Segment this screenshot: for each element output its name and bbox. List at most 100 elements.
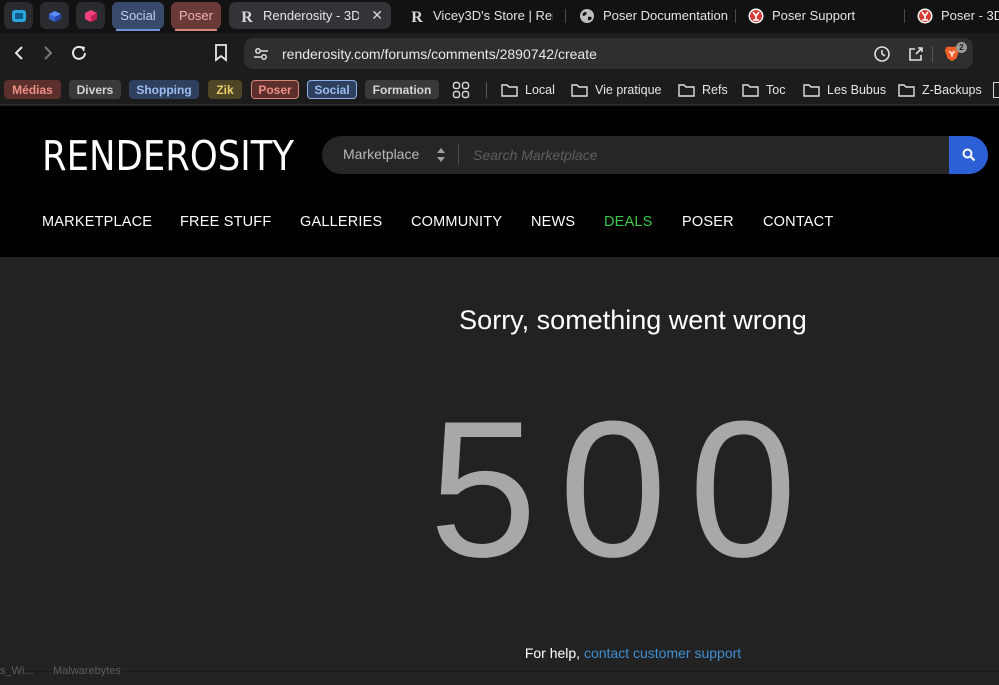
folder-icon <box>678 84 695 97</box>
bookmark-folder-les-bubus[interactable]: Les Bubus <box>803 81 886 99</box>
poser-icon <box>917 8 933 24</box>
share-icon[interactable] <box>907 45 925 63</box>
url-divider <box>932 46 933 62</box>
nav-poser[interactable]: POSER <box>682 214 734 230</box>
nav-community[interactable]: COMMUNITY <box>411 214 502 230</box>
tab-title: Renderosity - 3D Models <box>263 8 359 23</box>
tab-separator <box>735 9 736 23</box>
tab-group-poser[interactable]: Poser <box>171 2 221 31</box>
tab-group-social[interactable]: Social <box>112 2 164 31</box>
site-settings-icon[interactable] <box>252 45 270 63</box>
tab-poser-documentation[interactable]: Poser Documentation <box>569 2 735 29</box>
app-2-icon <box>48 10 61 22</box>
browser-window: Social Poser R Renderosity - 3D Models ✕… <box>0 0 999 685</box>
back-button[interactable] <box>7 41 31 65</box>
bookmark-folder-formation[interactable]: Formation <box>365 80 439 99</box>
pinned-tab-app-1[interactable] <box>4 2 33 29</box>
bookmark-label: Local <box>525 83 555 97</box>
app-3-icon <box>84 9 97 22</box>
search-category-select[interactable]: Marketplace <box>343 146 419 162</box>
url-bar[interactable]: renderosity.com/forums/comments/2890742/… <box>244 38 973 69</box>
bookmark-folder-toc[interactable]: Toc <box>742 81 785 99</box>
bookmark-label: Toc <box>766 83 786 97</box>
bookmark-label: Refs <box>702 83 728 97</box>
taskbar-item[interactable]: s_Wi... <box>0 665 34 677</box>
bookmark-folder-local[interactable]: Local <box>501 81 555 99</box>
reload-icon <box>72 45 86 60</box>
marketplace-search: Marketplace <box>322 136 988 174</box>
tab-title: Poser Documentation <box>603 8 729 23</box>
error-page: Sorry, something went wrong 500 s_Wi... … <box>0 257 999 685</box>
bookmarks-bar: Médias Divers Shopping Zik Poser Social … <box>0 74 999 105</box>
folder-icon <box>501 84 518 97</box>
tab-poser-3d[interactable]: Poser - 3D <box>907 2 999 29</box>
tab-title: Poser Support <box>772 8 856 23</box>
nav-galleries[interactable]: GALLERIES <box>300 214 382 230</box>
tab-renderosity[interactable]: R Renderosity - 3D Models ✕ <box>229 2 391 29</box>
renderosity-icon: R <box>239 7 255 24</box>
navigation-bar: renderosity.com/forums/comments/2890742/… <box>0 33 999 74</box>
contact-support-link[interactable]: contact customer support <box>584 645 741 661</box>
help-prefix: For help, <box>524 645 581 661</box>
shields-badge: 2 <box>956 42 967 53</box>
bookmark-label: Z-Backups <box>922 83 982 97</box>
nav-free-stuff[interactable]: FREE STUFF <box>180 214 271 230</box>
chevron-left-icon <box>14 46 23 60</box>
bookmark-separator <box>486 82 487 98</box>
reload-button[interactable] <box>67 41 91 65</box>
overflow-folder-icon[interactable] <box>993 82 999 98</box>
tab-title: Poser - 3D <box>941 8 999 23</box>
folder-icon <box>898 84 915 97</box>
bookmark-folder-zik[interactable]: Zik <box>208 80 242 99</box>
error-title: Sorry, something went wrong <box>459 305 807 335</box>
search-icon <box>962 148 975 162</box>
bookmark-folder-shopping[interactable]: Shopping <box>129 80 199 99</box>
forward-button[interactable] <box>36 41 60 65</box>
bookmark-folder-vie-pratique[interactable]: Vie pratique <box>571 81 662 99</box>
tab-separator <box>904 9 905 23</box>
bookmark-folder-divers[interactable]: Divers <box>69 80 121 99</box>
tab-separator <box>565 9 566 23</box>
folder-icon <box>571 84 588 97</box>
bookmark-label: Les Bubus <box>827 83 887 97</box>
help-line: For help, contact customer support <box>0 645 999 661</box>
search-button[interactable] <box>949 136 988 174</box>
bookmark-label: Vie pratique <box>595 83 662 97</box>
svg-text:RENDEROSITY: RENDEROSITY <box>42 137 294 173</box>
taskbar-ghost: s_Wi... Malwarebytes <box>0 662 999 685</box>
select-arrows-icon[interactable] <box>436 147 446 163</box>
bookmark-folder-social[interactable]: Social <box>307 80 357 99</box>
bookmark-folder-medias[interactable]: Médias <box>4 80 61 99</box>
url-text[interactable]: renderosity.com/forums/comments/2890742/… <box>282 46 597 62</box>
apps-grid-icon[interactable] <box>452 81 470 99</box>
bookmark-folder-z-backups[interactable]: Z-Backups <box>898 81 982 99</box>
folder-icon <box>803 84 820 97</box>
bookmark-folder-poser[interactable]: Poser <box>251 80 299 99</box>
tab-vicey3d-store[interactable]: R Vicey3D's Store | Renderosity <box>399 2 559 29</box>
close-tab-icon[interactable]: ✕ <box>371 8 383 22</box>
tab-strip: Social Poser R Renderosity - 3D Models ✕… <box>0 0 999 33</box>
tab-title: Vicey3D's Store | Renderosity <box>433 8 553 23</box>
nav-contact[interactable]: CONTACT <box>763 214 833 230</box>
history-icon[interactable] <box>873 45 891 63</box>
svg-text:R: R <box>241 9 253 24</box>
search-divider <box>458 145 459 165</box>
chevron-right-icon <box>44 46 53 60</box>
pinned-tab-app-2[interactable] <box>40 2 69 29</box>
app-1-icon <box>11 9 26 22</box>
nav-deals[interactable]: DEALS <box>604 214 653 230</box>
renderosity-icon: R <box>409 8 425 24</box>
nav-marketplace[interactable]: MARKETPLACE <box>42 214 152 230</box>
search-input[interactable] <box>462 136 948 174</box>
svg-text:R: R <box>411 9 423 24</box>
globe-icon <box>579 8 595 24</box>
renderosity-logo[interactable]: RENDEROSITY <box>42 137 294 173</box>
taskbar-item[interactable]: Malwarebytes <box>53 665 121 677</box>
error-code: 500 <box>429 381 819 598</box>
pinned-tab-app-3[interactable] <box>76 2 105 29</box>
bookmark-icon <box>215 44 227 62</box>
nav-news[interactable]: NEWS <box>531 214 575 230</box>
bookmark-page-button[interactable] <box>209 41 233 65</box>
tab-poser-support[interactable]: Poser Support <box>738 2 898 29</box>
bookmark-folder-refs[interactable]: Refs <box>678 81 728 99</box>
